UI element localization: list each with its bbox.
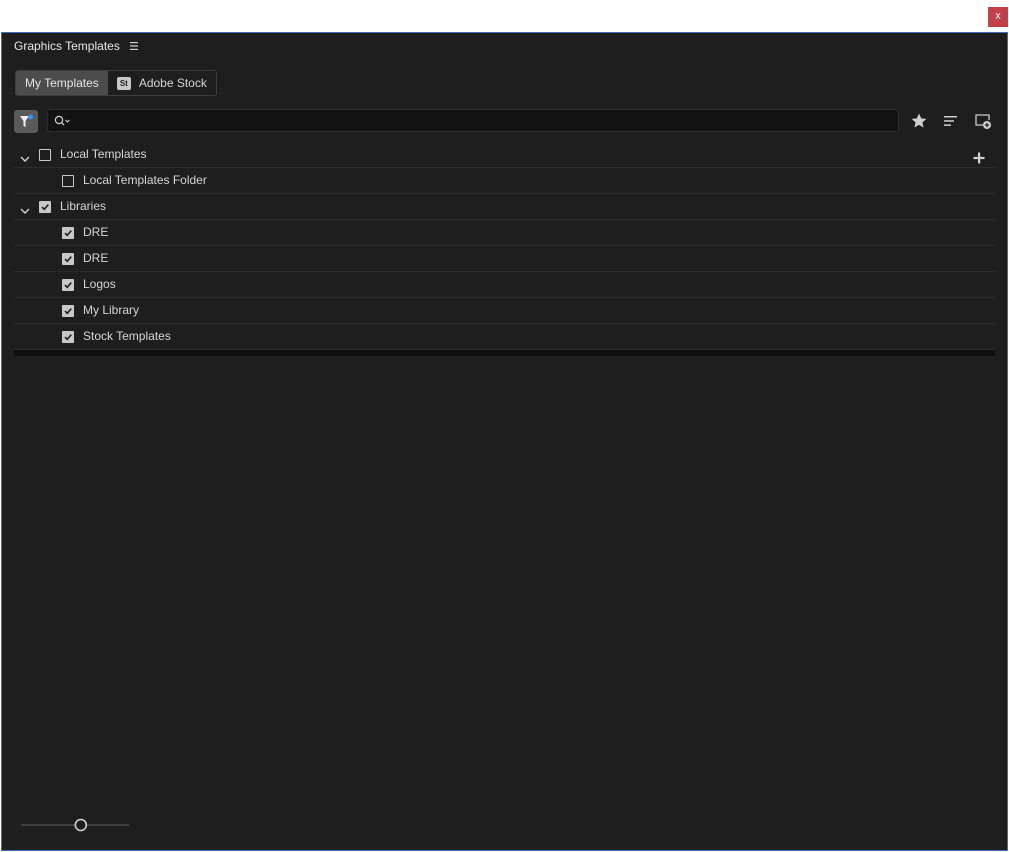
search-input[interactable] — [74, 112, 888, 131]
tree-item[interactable]: Stock Templates — [14, 324, 995, 350]
graphics-templates-panel: Graphics Templates My Templates St Adobe… — [1, 32, 1008, 851]
checkbox[interactable] — [62, 227, 74, 239]
checkbox[interactable] — [62, 305, 74, 317]
tree-divider — [14, 350, 995, 356]
tree-item-label: DRE — [83, 225, 109, 239]
new-item-icon[interactable] — [974, 112, 992, 130]
tree-item[interactable]: DRE — [14, 246, 995, 272]
tree-item[interactable]: Logos — [14, 272, 995, 298]
checkbox[interactable] — [62, 253, 74, 265]
hamburger-icon[interactable] — [129, 37, 139, 55]
tree-group-local-templates[interactable]: Local Templates — [14, 142, 995, 168]
filter-icon — [20, 114, 33, 127]
add-icon[interactable] — [973, 148, 985, 164]
source-tabs: My Templates St Adobe Stock — [15, 70, 217, 96]
checkbox[interactable] — [62, 279, 74, 291]
chevron-down-icon[interactable] — [19, 201, 31, 214]
tab-adobe-stock[interactable]: St Adobe Stock — [107, 71, 216, 95]
tree-item-label: My Library — [83, 303, 140, 317]
tab-label: Adobe Stock — [138, 76, 207, 90]
sort-icon[interactable] — [942, 112, 960, 130]
tree-item-label: DRE — [83, 251, 109, 265]
tree-item[interactable]: Local Templates Folder — [14, 168, 995, 194]
template-tree: Local Templates Local Templates Folder L… — [14, 142, 995, 356]
tab-label: My Templates — [25, 76, 99, 90]
panel-title: Graphics Templates — [14, 39, 120, 53]
panel-header: Graphics Templates — [14, 37, 139, 55]
tab-my-templates[interactable]: My Templates — [16, 71, 108, 95]
tree-item[interactable]: DRE — [14, 220, 995, 246]
tree-item-label: Libraries — [60, 199, 107, 213]
tree-item-label: Local Templates Folder — [83, 173, 207, 187]
tree-item-label: Local Templates — [60, 147, 147, 161]
checkbox[interactable] — [39, 201, 51, 213]
adobe-stock-icon: St — [116, 76, 131, 90]
tree-item-label: Stock Templates — [83, 329, 171, 343]
tree-item-label: Logos — [83, 277, 116, 291]
star-icon[interactable] — [910, 112, 928, 130]
tree-group-libraries[interactable]: Libraries — [14, 194, 995, 220]
slider-knob[interactable] — [74, 818, 88, 832]
close-button[interactable]: x — [988, 7, 1008, 27]
search-field[interactable] — [47, 109, 899, 132]
tree-item[interactable]: My Library — [14, 298, 995, 324]
filter-button[interactable] — [14, 110, 38, 133]
chevron-down-icon[interactable] — [19, 149, 31, 162]
checkbox[interactable] — [62, 331, 74, 343]
checkbox[interactable] — [62, 175, 74, 187]
search-icon — [54, 115, 70, 126]
checkbox[interactable] — [39, 149, 51, 161]
thumbnail-size-slider[interactable] — [21, 817, 129, 833]
